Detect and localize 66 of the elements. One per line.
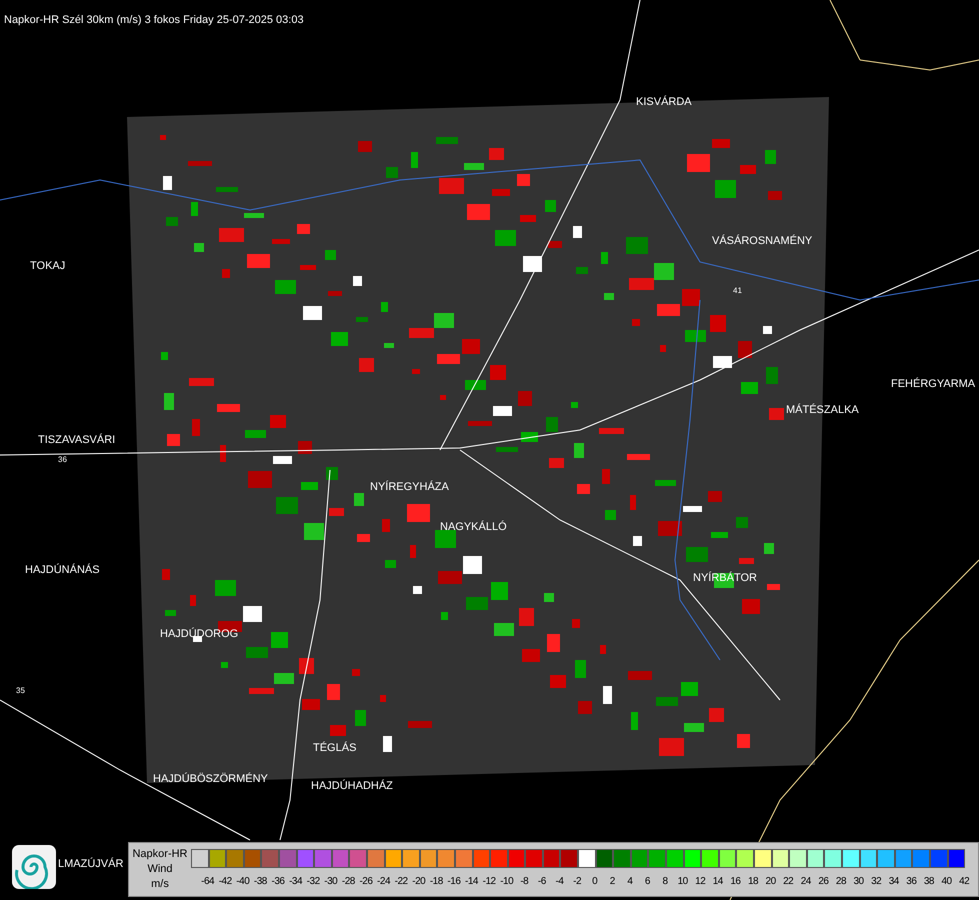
legend-title: m/s (151, 877, 169, 892)
city-label: MÁTÉSZALKA (786, 404, 859, 417)
scale-label: 32 (870, 876, 882, 887)
scale-label: 14 (712, 876, 724, 887)
scale-label: -64 (200, 876, 216, 887)
scale-label: 22 (782, 876, 794, 887)
scale-label: -12 (482, 876, 497, 887)
scale-label: 10 (676, 876, 689, 887)
scale-label: 4 (626, 876, 634, 887)
scale-label: 26 (817, 876, 830, 887)
scale-label: -6 (536, 876, 547, 887)
scale-label: 8 (662, 876, 669, 887)
scale-label: -26 (358, 876, 374, 887)
scale-label: 30 (852, 876, 865, 887)
scale-label: -18 (428, 876, 444, 887)
city-label: HAJDÚBÖSZÖRMÉNY (153, 773, 268, 786)
scale-label: 0 (591, 876, 598, 887)
scale-label: 24 (800, 876, 812, 887)
city-label: VÁSÁROSNAMÉNY (712, 235, 812, 248)
scale-label: -34 (288, 876, 304, 887)
scale-label: -22 (394, 876, 409, 887)
scale-label: -10 (499, 876, 514, 887)
city-label: TÉGLÁS (313, 742, 356, 755)
scale-label: 16 (729, 876, 742, 887)
scale-label: 42 (958, 876, 970, 887)
scale-label: -20 (411, 876, 426, 887)
scale-label: 2 (608, 876, 616, 887)
map-title: Napkor-HR Szél 30km (m/s) 3 fokos Friday 25-07-2025 03:03 (4, 14, 304, 26)
city-label: NYÍREGYHÁZA (370, 481, 449, 494)
scale-label: -36 (270, 876, 286, 887)
scale-label: 12 (694, 876, 706, 887)
scale-label: -38 (252, 876, 268, 887)
road-number: 41 (733, 286, 742, 296)
scale-label: 40 (940, 876, 953, 887)
city-label: HAJDÚNÁNÁS (25, 564, 100, 577)
city-label: LMAZÚJVÁR (58, 858, 124, 871)
scale-label: -16 (446, 876, 462, 887)
city-label: HAJDÚDOROG (160, 628, 238, 641)
scale-label: 34 (888, 876, 900, 887)
scale-label: -8 (519, 876, 530, 887)
scale-label: 38 (922, 876, 935, 887)
city-label: FEHÉRGYARMA (891, 378, 976, 391)
spiral-logo-icon (12, 845, 56, 889)
scale-label: -14 (464, 876, 480, 887)
scale-label: -42 (218, 876, 233, 887)
city-label: HAJDÚHADHÁZ (311, 780, 393, 793)
road-number: 36 (58, 455, 67, 465)
legend-title: Wind (147, 862, 173, 877)
road-number: 35 (16, 686, 25, 696)
scale-label: -30 (323, 876, 338, 887)
city-label: TISZAVASVÁRI (38, 434, 116, 447)
scale-label: -24 (376, 876, 392, 887)
scale-label: 18 (746, 876, 760, 887)
scale-label: -40 (235, 876, 250, 887)
scale-label: 6 (644, 876, 651, 887)
city-label: KISVÁRDA (636, 96, 692, 109)
scale-label: -2 (572, 876, 582, 887)
scale-label: -4 (554, 876, 565, 887)
legend-title: Napkor-HR (132, 847, 188, 862)
scale-label: 28 (834, 876, 848, 887)
scale-label: 36 (905, 876, 918, 887)
city-label: TOKAJ (30, 260, 66, 273)
scale-label: -28 (340, 876, 356, 887)
city-label: NAGYKÁLLÓ (440, 521, 507, 534)
scale-label: -32 (306, 876, 321, 887)
scale-label: 20 (764, 876, 777, 887)
